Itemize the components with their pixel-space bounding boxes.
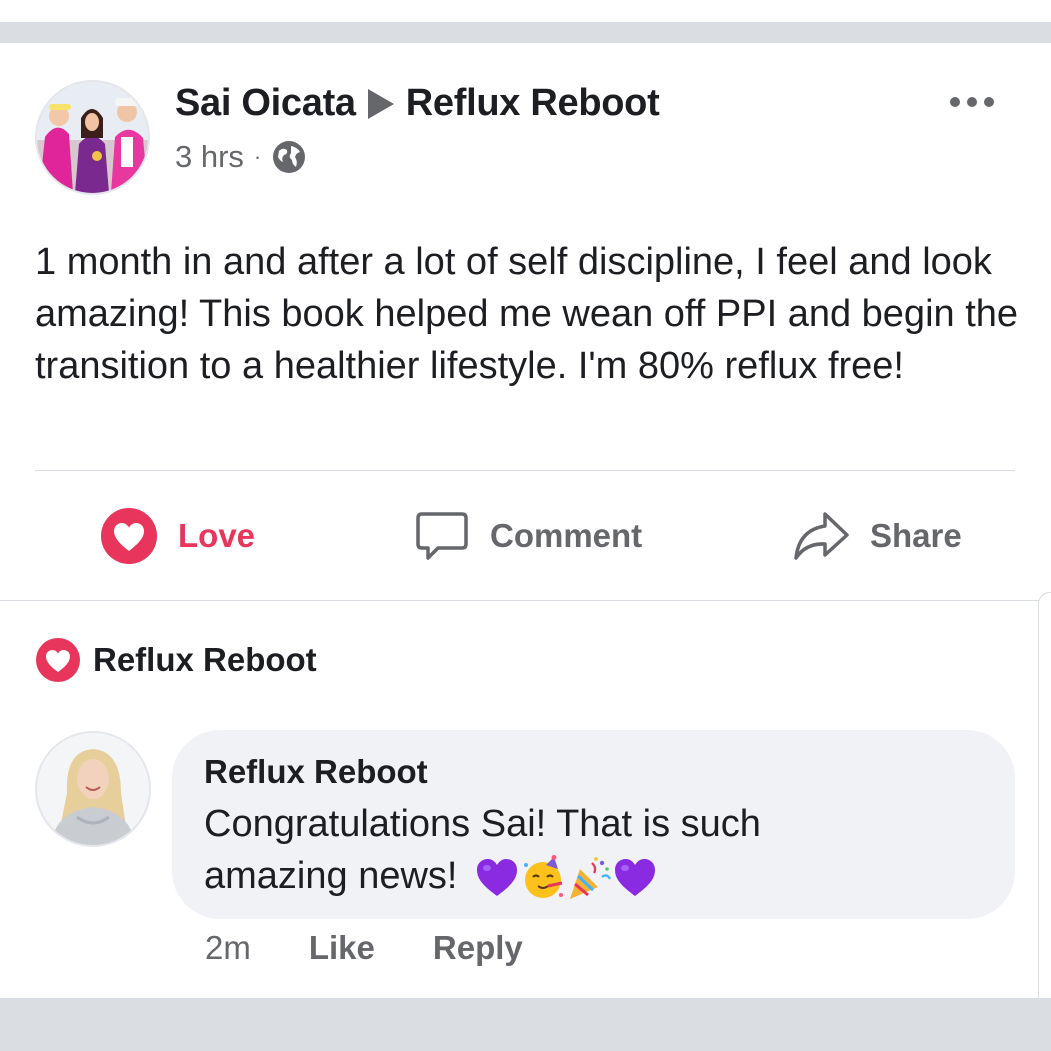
more-horizontal-icon — [950, 97, 960, 107]
comment-button[interactable]: Comment — [414, 500, 642, 572]
partying-face-icon — [524, 854, 564, 898]
post-meta: 3 hrs · — [175, 137, 307, 177]
comment-bubble[interactable]: Reflux Reboot Congratulations Sai! That … — [172, 730, 1015, 919]
actions-divider — [0, 600, 1051, 601]
post-time[interactable]: 3 hrs — [175, 139, 244, 175]
reactions-summary[interactable]: Reflux Reboot — [35, 634, 317, 686]
feed-divider-bottom — [0, 998, 1051, 1051]
comment-emojis — [474, 854, 658, 901]
share-label: Share — [870, 517, 962, 554]
more-horizontal-icon — [967, 97, 977, 107]
love-label: Love — [178, 517, 256, 554]
heart-reaction-icon — [36, 638, 80, 682]
comment-time[interactable]: 2m — [205, 929, 251, 967]
comment-reply-button[interactable]: Reply — [433, 929, 523, 967]
author-name[interactable]: Sai Oicata — [175, 82, 356, 125]
purple-heart-icon — [615, 858, 656, 896]
author-avatar[interactable] — [35, 80, 150, 195]
comments-panel-edge — [1038, 592, 1051, 1001]
comment-icon — [416, 512, 468, 560]
share-button[interactable]: Share — [792, 500, 962, 572]
purple-heart-icon — [477, 858, 518, 896]
love-reaction-icon — [101, 508, 157, 564]
comment-text-block: Congratulations Sai! That is such amazin… — [204, 798, 844, 902]
post-text: 1 month in and after a lot of self disci… — [35, 241, 1019, 387]
more-horizontal-icon — [984, 97, 994, 107]
post-header-title: Sai Oicata Reflux Reboot — [175, 80, 660, 126]
party-popper-icon — [570, 857, 612, 899]
arrow-right-icon — [367, 89, 394, 119]
commenter-avatar-photo — [37, 733, 149, 845]
group-name[interactable]: Reflux Reboot — [406, 82, 660, 125]
meta-separator: · — [253, 144, 262, 169]
top-strip — [0, 0, 1051, 22]
feed-divider-top — [0, 22, 1051, 43]
reactor-name: Reflux Reboot — [93, 641, 317, 678]
author-avatar-photo — [37, 82, 148, 193]
share-icon — [794, 512, 849, 560]
globe-icon — [273, 141, 306, 173]
more-options-button[interactable] — [940, 88, 1004, 116]
commenter-avatar[interactable] — [35, 731, 151, 847]
comment-label: Comment — [490, 517, 643, 554]
love-button[interactable]: Love — [100, 500, 255, 572]
comment-author[interactable]: Reflux Reboot — [204, 750, 983, 794]
comment-actions: 2m Like Reply — [205, 925, 523, 971]
comment-like-button[interactable]: Like — [309, 929, 375, 967]
post-divider — [35, 470, 1015, 471]
